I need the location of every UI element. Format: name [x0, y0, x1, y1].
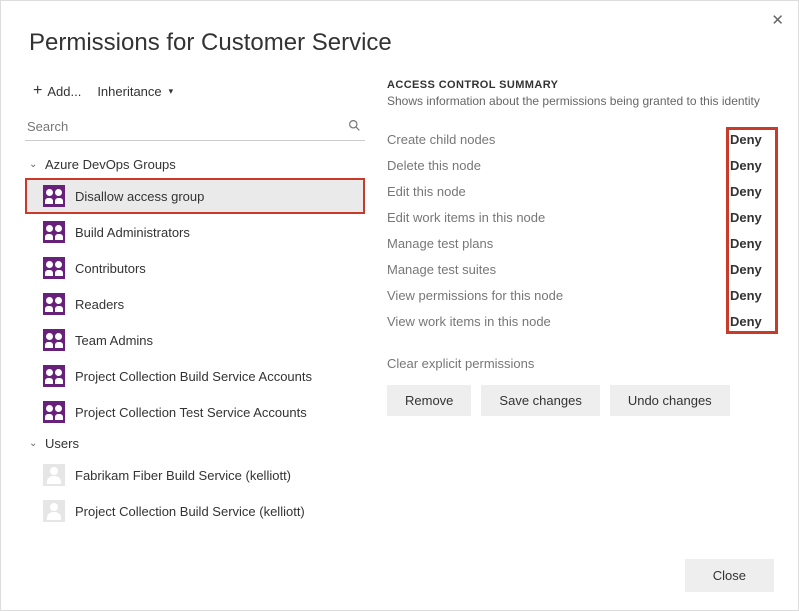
group-item[interactable]: Build Administrators	[25, 214, 365, 250]
undo-changes-button[interactable]: Undo changes	[610, 385, 730, 416]
permission-value: Deny	[730, 132, 774, 147]
user-avatar-icon	[43, 500, 65, 522]
permission-value: Deny	[730, 210, 774, 225]
permission-value: Deny	[730, 158, 774, 173]
users-header-label: Users	[45, 436, 79, 451]
dialog-title: Permissions for Customer Service	[1, 1, 798, 57]
permission-row[interactable]: Create child nodesDeny	[387, 126, 774, 152]
groups-header-label: Azure DevOps Groups	[45, 157, 176, 172]
permission-row[interactable]: Edit work items in this nodeDeny	[387, 204, 774, 230]
group-avatar-icon	[43, 365, 65, 387]
permissions-table: Create child nodesDenyDelete this nodeDe…	[387, 126, 774, 334]
identity-list-panel: + Add... Inheritance ▾ ⌄ Azure DevOps Gr…	[25, 77, 365, 529]
permission-row[interactable]: Delete this nodeDeny	[387, 152, 774, 178]
group-item[interactable]: Project Collection Test Service Accounts	[25, 394, 365, 430]
group-item[interactable]: Disallow access group	[25, 178, 365, 214]
group-item[interactable]: Team Admins	[25, 322, 365, 358]
permission-label: View permissions for this node	[387, 288, 730, 303]
search-input[interactable]	[25, 113, 365, 140]
user-item[interactable]: Fabrikam Fiber Build Service (kelliott)	[25, 457, 365, 493]
group-avatar-icon	[43, 221, 65, 243]
permission-value: Deny	[730, 314, 774, 329]
group-avatar-icon	[43, 401, 65, 423]
plus-icon: +	[33, 83, 42, 99]
summary-title: ACCESS CONTROL SUMMARY	[387, 79, 774, 91]
search-icon	[348, 119, 361, 135]
group-item[interactable]: Contributors	[25, 250, 365, 286]
permission-row[interactable]: View permissions for this nodeDeny	[387, 282, 774, 308]
permissions-panel: ACCESS CONTROL SUMMARY Shows information…	[387, 77, 774, 529]
group-avatar-icon	[43, 329, 65, 351]
group-avatar-icon	[43, 185, 65, 207]
group-item[interactable]: Project Collection Build Service Account…	[25, 358, 365, 394]
permission-value: Deny	[730, 262, 774, 277]
clear-permissions-link[interactable]: Clear explicit permissions	[387, 356, 774, 371]
summary-desc: Shows information about the permissions …	[387, 94, 774, 108]
group-item-label: Build Administrators	[75, 225, 190, 240]
dialog-footer: Close	[685, 559, 774, 592]
groups-header[interactable]: ⌄ Azure DevOps Groups	[25, 151, 365, 178]
group-item-label: Project Collection Test Service Accounts	[75, 405, 307, 420]
group-item-label: Readers	[75, 297, 124, 312]
users-header[interactable]: ⌄ Users	[25, 430, 365, 457]
permission-row[interactable]: Manage test plansDeny	[387, 230, 774, 256]
chevron-down-icon: ⌄	[29, 159, 39, 170]
permission-row[interactable]: Edit this nodeDeny	[387, 178, 774, 204]
group-item[interactable]: Readers	[25, 286, 365, 322]
inheritance-label: Inheritance	[97, 84, 161, 99]
permission-label: Create child nodes	[387, 132, 730, 147]
group-item-label: Project Collection Build Service Account…	[75, 369, 312, 384]
user-item-label: Project Collection Build Service (kellio…	[75, 504, 305, 519]
permission-label: Manage test plans	[387, 236, 730, 251]
permission-label: View work items in this node	[387, 314, 730, 329]
group-item-label: Team Admins	[75, 333, 153, 348]
permission-value: Deny	[730, 288, 774, 303]
search-wrap	[25, 113, 365, 141]
inheritance-dropdown[interactable]: Inheritance ▾	[93, 82, 177, 101]
permission-row[interactable]: Manage test suitesDeny	[387, 256, 774, 282]
user-avatar-icon	[43, 464, 65, 486]
group-avatar-icon	[43, 293, 65, 315]
user-item-label: Fabrikam Fiber Build Service (kelliott)	[75, 468, 291, 483]
group-item-label: Contributors	[75, 261, 146, 276]
add-button[interactable]: + Add...	[29, 81, 85, 101]
action-row: Remove Save changes Undo changes	[387, 385, 774, 416]
permission-label: Manage test suites	[387, 262, 730, 277]
save-changes-button[interactable]: Save changes	[481, 385, 599, 416]
group-item-label: Disallow access group	[75, 189, 204, 204]
chevron-down-icon: ⌄	[29, 438, 39, 449]
user-item[interactable]: Project Collection Build Service (kellio…	[25, 493, 365, 529]
permission-label: Edit this node	[387, 184, 730, 199]
permission-value: Deny	[730, 236, 774, 251]
permission-value: Deny	[730, 184, 774, 199]
chevron-down-icon: ▾	[169, 86, 174, 97]
close-button[interactable]: Close	[685, 559, 774, 592]
toolbar: + Add... Inheritance ▾	[25, 77, 365, 111]
permission-row[interactable]: View work items in this nodeDeny	[387, 308, 774, 334]
permission-label: Edit work items in this node	[387, 210, 730, 225]
remove-button[interactable]: Remove	[387, 385, 471, 416]
permission-label: Delete this node	[387, 158, 730, 173]
add-label: Add...	[47, 84, 81, 99]
close-icon[interactable]: ✕	[771, 11, 784, 29]
group-avatar-icon	[43, 257, 65, 279]
